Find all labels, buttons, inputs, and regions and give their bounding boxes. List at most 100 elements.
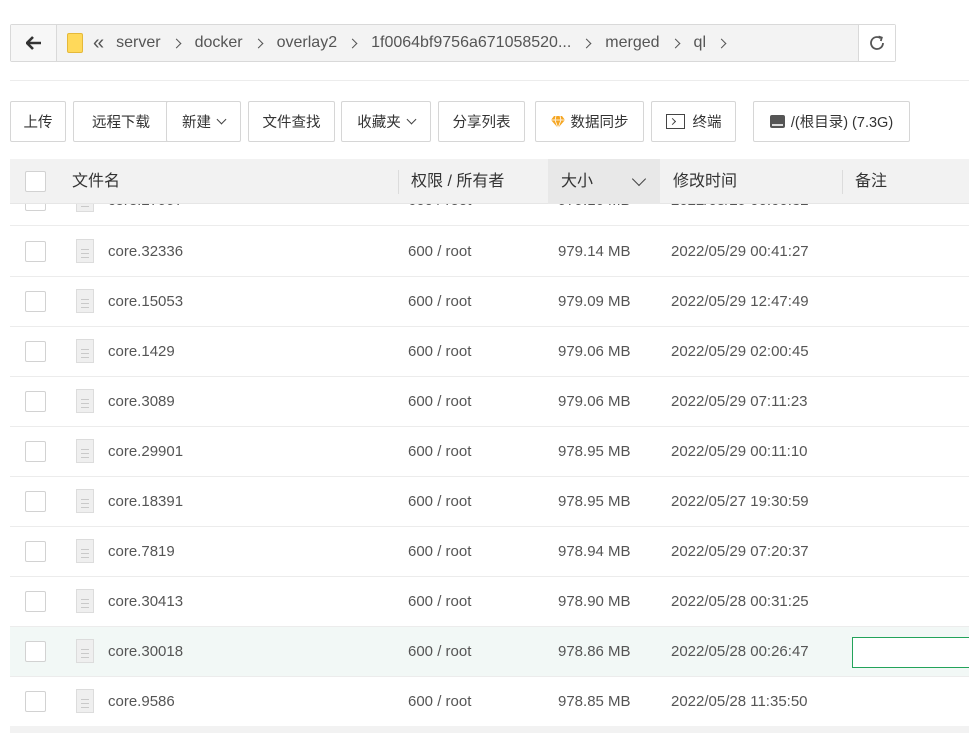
table-row[interactable]: core.3089 600 / root 979.06 MB 2022/05/2… [10,377,969,427]
divider [10,80,969,81]
file-name[interactable]: core.15053 [108,277,183,327]
row-checkbox[interactable] [25,391,46,412]
file-modified-time: 2022/05/29 00:00:32 [671,204,809,226]
table-row[interactable]: core.9586 600 / root 978.85 MB 2022/05/2… [10,677,969,726]
table-row[interactable]: core.32336 600 / root 979.14 MB 2022/05/… [10,227,969,277]
table-row[interactable]: core.7819 600 / root 978.94 MB 2022/05/2… [10,527,969,577]
chevron-right-icon[interactable] [716,38,727,48]
file-icon [76,289,94,313]
terminal-label: 终端 [692,115,722,131]
table-row-partial[interactable]: core.27997 600 / root 979.16 MB 2022/05/… [10,204,969,226]
file-modified-time: 2022/05/29 00:41:27 [671,243,809,260]
file-permission[interactable]: 600 / root [408,427,471,477]
row-checkbox[interactable] [25,541,46,562]
file-modified-time: 2022/05/29 12:47:49 [671,293,809,310]
file-permission[interactable]: 600 / root [408,377,471,427]
file-modified-time: 2022/05/29 00:11:10 [671,443,808,460]
file-modified-time: 2022/05/29 07:11:23 [671,393,808,410]
row-checkbox[interactable] [25,291,46,312]
table-row[interactable]: core.18391 600 / root 978.95 MB 2022/05/… [10,477,969,527]
table-footer-edge [10,726,969,733]
file-name[interactable]: core.3089 [108,377,175,427]
chevron-right-icon [347,38,358,48]
header-note[interactable]: 备注 [855,159,887,204]
file-permission[interactable]: 600 / root [408,327,471,377]
file-search-button[interactable]: 文件查找 [248,101,335,142]
row-checkbox[interactable] [25,491,46,512]
breadcrumb-item-server[interactable]: server [116,34,160,52]
terminal-icon [665,114,685,129]
row-checkbox[interactable] [25,341,46,362]
refresh-button[interactable] [858,25,895,61]
file-permission[interactable]: 600 / root [408,527,471,577]
chevron-down-icon [406,114,417,125]
disk-button[interactable]: /(根目录) (7.3G) [753,101,910,142]
upload-button[interactable]: 上传 [10,101,66,142]
file-permission[interactable]: 600 / root [408,227,471,277]
row-checkbox[interactable] [25,591,46,612]
breadcrumb-item-docker[interactable]: docker [195,34,243,52]
row-checkbox[interactable] [25,204,46,211]
file-size: 979.14 MB [558,243,631,260]
breadcrumb-overflow-icon[interactable]: « [93,33,104,53]
breadcrumb-item-ql[interactable]: ql [694,34,706,52]
header-name[interactable]: 文件名 [72,159,120,204]
file-icon [76,539,94,563]
breadcrumb-item-merged[interactable]: merged [605,34,659,52]
file-modified-time: 2022/05/29 07:20:37 [671,543,809,560]
share-list-button[interactable]: 分享列表 [438,101,525,142]
remote-download-button[interactable]: 远程下载 [73,101,169,142]
data-sync-button[interactable]: 数据同步 [535,101,644,142]
table-row[interactable]: core.30413 600 / root 978.90 MB 2022/05/… [10,577,969,627]
new-label: 新建 [182,115,211,131]
row-checkbox[interactable] [25,641,46,662]
table-row-highlighted[interactable]: core.30018 600 / root 978.86 MB 2022/05/… [10,627,969,677]
breadcrumb-item-overlay2[interactable]: overlay2 [277,34,337,52]
file-name[interactable]: core.27997 [108,204,183,226]
file-name[interactable]: core.1429 [108,327,175,377]
row-checkbox[interactable] [25,241,46,262]
file-size: 978.85 MB [558,693,631,710]
terminal-button[interactable]: 终端 [651,101,736,142]
file-name[interactable]: core.30018 [108,627,183,677]
table-row[interactable]: core.29901 600 / root 978.95 MB 2022/05/… [10,427,969,477]
file-permission[interactable]: 600 / root [408,627,471,677]
breadcrumb: « server docker overlay2 1f0064bf9756a67… [57,25,858,61]
file-name[interactable]: core.30413 [108,577,183,627]
file-size: 979.06 MB [558,343,631,360]
select-all-checkbox[interactable] [25,171,46,192]
header-size[interactable]: 大小 [561,159,593,204]
file-name[interactable]: core.32336 [108,227,183,277]
file-permission[interactable]: 600 / root [408,477,471,527]
chevron-right-icon [171,38,182,48]
path-bar: « server docker overlay2 1f0064bf9756a67… [10,24,896,62]
table-row[interactable]: core.1429 600 / root 979.06 MB 2022/05/2… [10,327,969,377]
refresh-icon [870,35,884,50]
share-list-label: 分享列表 [452,115,511,131]
file-icon [76,204,94,212]
file-name[interactable]: core.7819 [108,527,175,577]
new-button[interactable]: 新建 [166,101,241,142]
file-permission[interactable]: 600 / root [408,677,471,726]
header-permission[interactable]: 权限 / 所有者 [411,159,504,204]
file-permission[interactable]: 600 / root [408,577,471,627]
file-size: 979.09 MB [558,293,631,310]
file-name[interactable]: core.9586 [108,677,175,726]
table-row[interactable]: core.15053 600 / root 979.09 MB 2022/05/… [10,277,969,327]
favorites-button[interactable]: 收藏夹 [341,101,431,142]
row-checkbox[interactable] [25,691,46,712]
chevron-right-icon [581,38,592,48]
disk-icon [769,115,785,128]
note-input[interactable] [852,637,969,668]
breadcrumb-item-hash[interactable]: 1f0064bf9756a671058520... [371,34,571,52]
file-name[interactable]: core.18391 [108,477,183,527]
row-checkbox[interactable] [25,441,46,462]
file-permission[interactable]: 600 / root [408,277,471,327]
file-name[interactable]: core.29901 [108,427,183,477]
header-modified-time[interactable]: 修改时间 [673,159,737,204]
file-permission[interactable]: 600 / root [408,204,471,226]
file-modified-time: 2022/05/27 19:30:59 [671,493,809,510]
file-icon [76,239,94,263]
file-icon [76,389,94,413]
back-button[interactable] [11,25,57,61]
